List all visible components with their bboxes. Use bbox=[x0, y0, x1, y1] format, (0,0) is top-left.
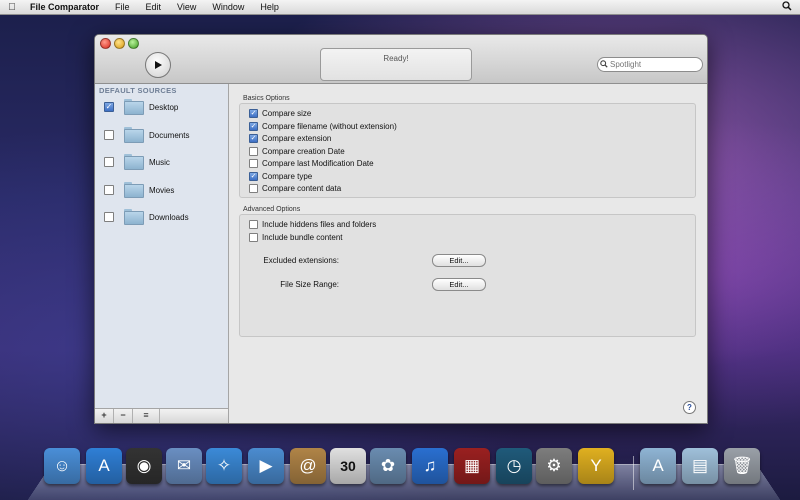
zoom-window-button[interactable] bbox=[128, 38, 139, 49]
option-compare-creation-date[interactable]: Compare creation Date bbox=[249, 147, 345, 156]
option-compare-filename[interactable]: ✓ Compare filename (without extension) bbox=[249, 122, 397, 131]
advanced-options-title: Advanced Options bbox=[243, 206, 301, 213]
search-input[interactable] bbox=[610, 60, 696, 69]
trash-icon[interactable]: 🗑 bbox=[724, 448, 760, 484]
source-checkbox[interactable]: ✓ bbox=[104, 102, 114, 112]
add-source-button[interactable]: + bbox=[95, 409, 114, 423]
spotlight-icon[interactable] bbox=[782, 1, 792, 14]
sidebar-item-documents[interactable]: Documents bbox=[104, 124, 224, 146]
photo-booth-icon[interactable]: ▦ bbox=[454, 448, 490, 484]
file-size-range-edit-button[interactable]: Edit... bbox=[432, 278, 486, 291]
menu-help[interactable]: Help bbox=[252, 2, 287, 12]
iphoto-icon[interactable]: ✿ bbox=[370, 448, 406, 484]
ical-icon[interactable]: 30 bbox=[330, 448, 366, 484]
checkbox[interactable]: ✓ bbox=[249, 109, 258, 118]
file-size-range-label: File Size Range: bbox=[280, 280, 339, 289]
folder-icon bbox=[124, 127, 144, 143]
file-comparator-icon[interactable]: Y bbox=[578, 448, 614, 484]
source-checkbox[interactable] bbox=[104, 212, 114, 222]
checkbox[interactable]: ✓ bbox=[249, 122, 258, 131]
sidebar-item-label: Movies bbox=[149, 185, 175, 195]
checkbox[interactable] bbox=[249, 184, 258, 193]
app-store-icon[interactable]: A bbox=[86, 448, 122, 484]
applications-folder-icon[interactable]: A bbox=[640, 448, 676, 484]
status-display: Ready! bbox=[320, 48, 472, 81]
checkbox[interactable] bbox=[249, 147, 258, 156]
help-button[interactable]: ? bbox=[683, 401, 696, 414]
system-preferences-icon[interactable]: ⚙ bbox=[536, 448, 572, 484]
sidebar-item-label: Documents bbox=[149, 130, 190, 140]
dock: ☺ A ◉ ✉ ✧ ▶ @30 ✿ ♫ ▦ ◷ ⚙ Y A ▤ 🗑 bbox=[44, 448, 764, 492]
checkbox[interactable]: ✓ bbox=[249, 134, 258, 143]
folder-icon bbox=[124, 99, 144, 115]
address-book-icon[interactable]: @ bbox=[290, 448, 326, 484]
remove-source-button[interactable]: − bbox=[114, 409, 133, 423]
menu-view[interactable]: View bbox=[169, 2, 204, 12]
menu-file[interactable]: File bbox=[107, 2, 138, 12]
mail-icon[interactable]: ✉ bbox=[166, 448, 202, 484]
action-menu-button[interactable]: ≡ bbox=[133, 409, 160, 423]
documents-folder-icon[interactable]: ▤ bbox=[682, 448, 718, 484]
excluded-extensions-edit-button[interactable]: Edit... bbox=[432, 254, 486, 267]
checkbox[interactable]: ✓ bbox=[249, 172, 258, 181]
sidebar-item-movies[interactable]: Movies bbox=[104, 179, 224, 201]
start-compare-button[interactable] bbox=[145, 52, 171, 78]
checkbox[interactable] bbox=[249, 233, 258, 242]
facetime-icon[interactable]: ▶ bbox=[248, 448, 284, 484]
apple-menu-icon[interactable]:  bbox=[0, 2, 24, 13]
checkbox[interactable] bbox=[249, 159, 258, 168]
toolbar: Ready! bbox=[95, 35, 707, 84]
app-window: Ready! DEFAULT SOURCES ✓ Desktop Documen… bbox=[94, 34, 708, 424]
sidebar-footer: + − ≡ bbox=[95, 408, 228, 423]
option-include-bundle[interactable]: Include bundle content bbox=[249, 233, 343, 242]
sidebar-item-desktop[interactable]: ✓ Desktop bbox=[104, 96, 224, 118]
menu-window[interactable]: Window bbox=[204, 2, 252, 12]
window-controls bbox=[100, 38, 139, 49]
play-icon bbox=[155, 61, 162, 69]
option-compare-modification-date[interactable]: Compare last Modification Date bbox=[249, 159, 374, 168]
dashboard-icon[interactable]: ◉ bbox=[126, 448, 162, 484]
close-window-button[interactable] bbox=[100, 38, 111, 49]
minimize-window-button[interactable] bbox=[114, 38, 125, 49]
folder-icon bbox=[124, 154, 144, 170]
dock-separator bbox=[633, 456, 634, 490]
folder-icon bbox=[124, 182, 144, 198]
folder-icon bbox=[124, 209, 144, 225]
source-checkbox[interactable] bbox=[104, 157, 114, 167]
sidebar-item-label: Desktop bbox=[149, 102, 179, 112]
option-include-hidden[interactable]: Include hiddens files and folders bbox=[249, 220, 376, 229]
option-compare-type[interactable]: ✓ Compare type bbox=[249, 172, 312, 181]
option-compare-size[interactable]: ✓ Compare size bbox=[249, 109, 311, 118]
option-compare-extension[interactable]: ✓ Compare extension bbox=[249, 134, 331, 143]
search-field[interactable] bbox=[597, 57, 703, 72]
basics-options-title: Basics Options bbox=[243, 95, 290, 102]
safari-icon[interactable]: ✧ bbox=[206, 448, 242, 484]
time-machine-icon[interactable]: ◷ bbox=[496, 448, 532, 484]
menu-bar:  File Comparator File Edit View Window … bbox=[0, 0, 800, 15]
option-compare-content-data[interactable]: Compare content data bbox=[249, 184, 341, 193]
excluded-extensions-label: Excluded extensions: bbox=[263, 256, 339, 265]
sidebar-item-music[interactable]: Music bbox=[104, 151, 224, 173]
sidebar-item-label: Downloads bbox=[149, 212, 189, 222]
menu-edit[interactable]: Edit bbox=[138, 2, 170, 12]
itunes-icon[interactable]: ♫ bbox=[412, 448, 448, 484]
menu-app-name[interactable]: File Comparator bbox=[24, 2, 107, 12]
sidebar-item-label: Music bbox=[149, 157, 170, 167]
source-checkbox[interactable] bbox=[104, 185, 114, 195]
checkbox[interactable] bbox=[249, 220, 258, 229]
search-icon bbox=[598, 59, 610, 70]
sidebar-header: DEFAULT SOURCES bbox=[99, 86, 177, 95]
source-checkbox[interactable] bbox=[104, 130, 114, 140]
sidebar-item-downloads[interactable]: Downloads bbox=[104, 206, 224, 228]
sources-sidebar: DEFAULT SOURCES ✓ Desktop Documents Musi… bbox=[95, 84, 229, 423]
options-panel: Basics Options ✓ Compare size ✓ Compare fi… bbox=[229, 84, 707, 423]
finder-icon[interactable]: ☺ bbox=[44, 448, 80, 484]
